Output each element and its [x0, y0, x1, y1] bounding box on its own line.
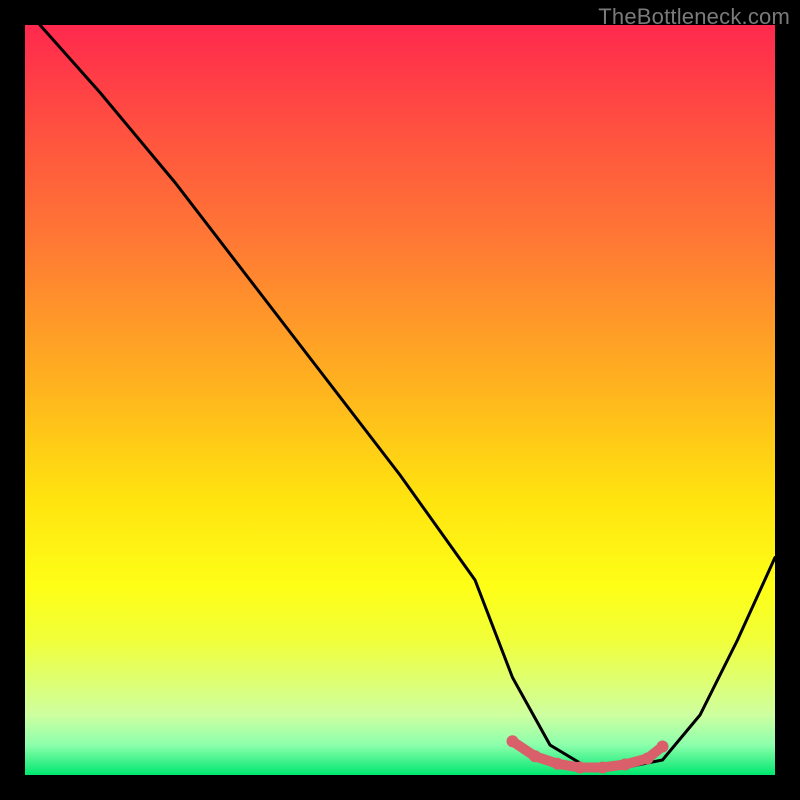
optimal-range-dot — [552, 758, 564, 770]
chart-frame: TheBottleneck.com — [0, 0, 800, 800]
optimal-range-dot — [529, 750, 541, 762]
optimal-range-dot — [619, 759, 631, 771]
bottleneck-curve — [40, 25, 775, 768]
optimal-range-marker — [507, 735, 669, 773]
optimal-range-dot — [597, 762, 609, 774]
optimal-range-dot — [507, 735, 519, 747]
optimal-range-dot — [574, 762, 586, 774]
curve-layer — [25, 25, 775, 775]
watermark-text: TheBottleneck.com — [598, 4, 790, 30]
optimal-range-dot — [642, 753, 654, 765]
plot-area — [25, 25, 775, 775]
optimal-range-dot — [657, 741, 669, 753]
